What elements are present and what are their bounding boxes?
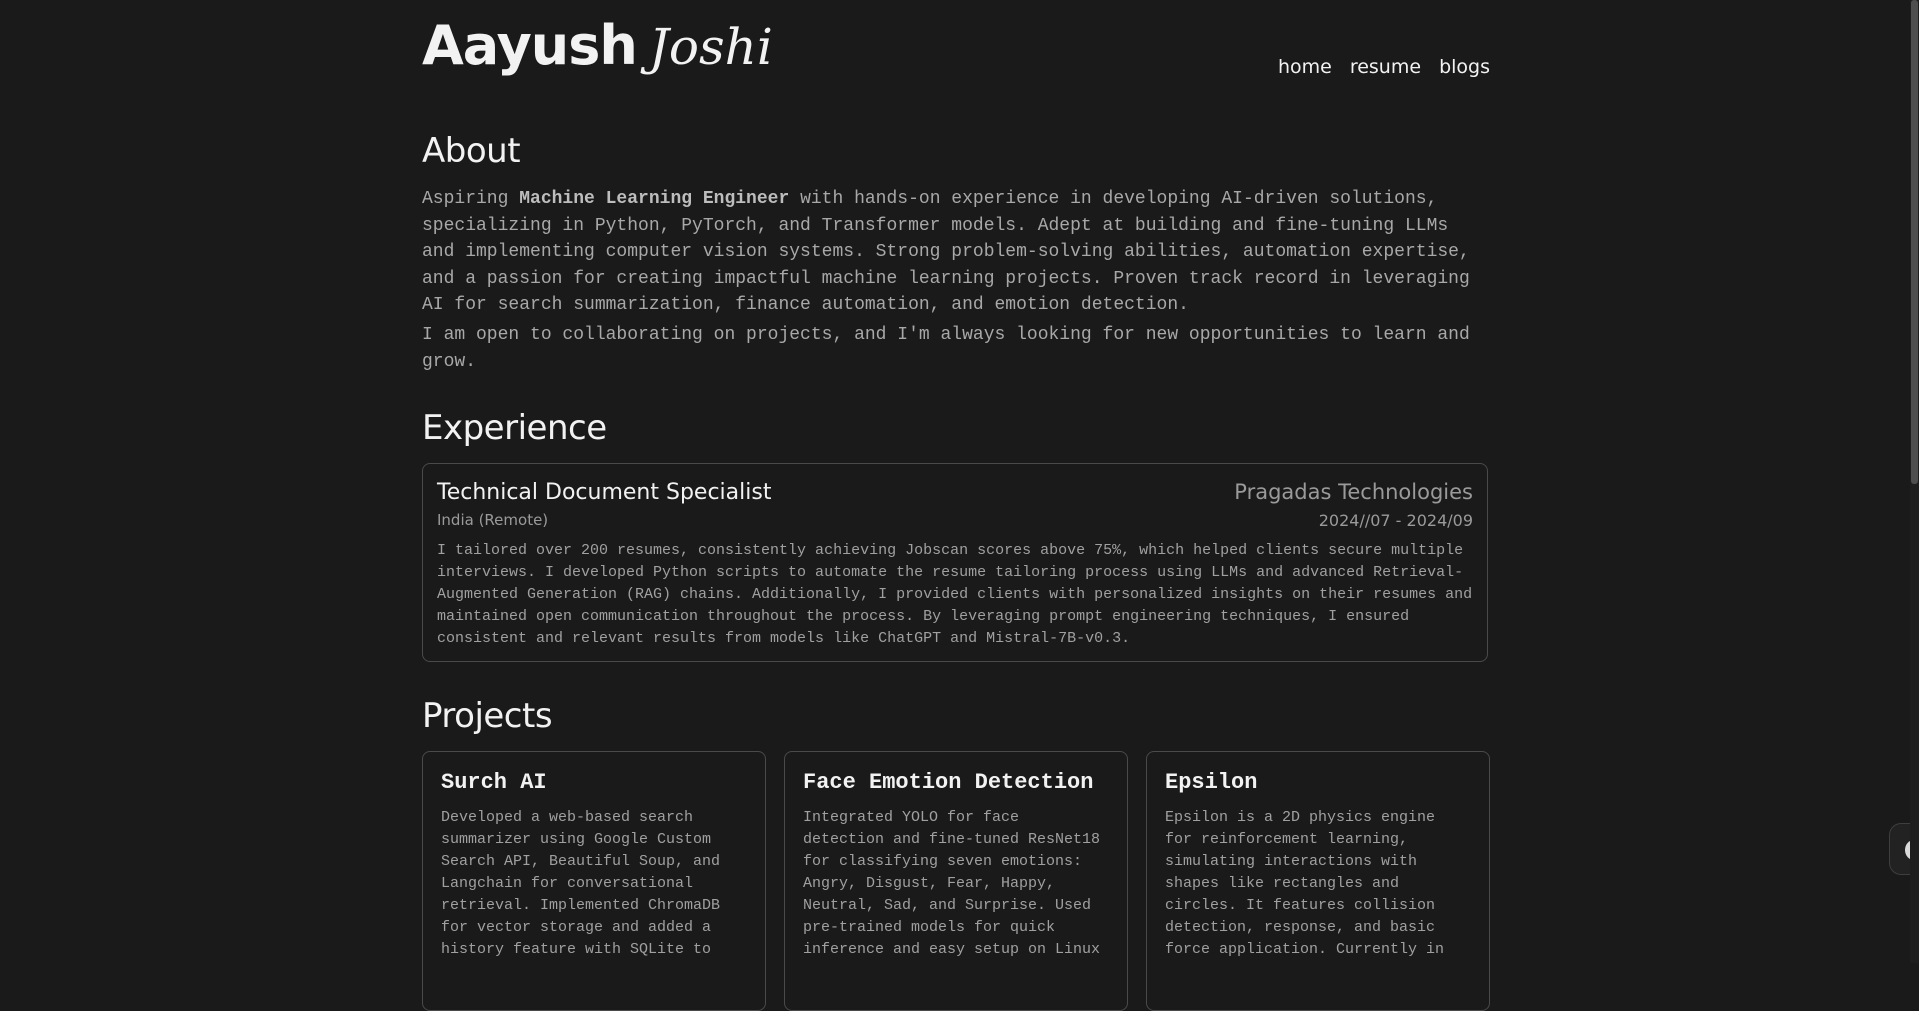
project-card-epsilon[interactable]: Epsilon Epsilon is a 2D physics engine f… bbox=[1146, 751, 1490, 1011]
about-heading: About bbox=[422, 131, 521, 171]
scrollbar-thumb[interactable] bbox=[1911, 0, 1918, 484]
nav-blogs-link[interactable]: blogs bbox=[1439, 56, 1490, 78]
project-card-face-emotion-detection[interactable]: Face Emotion Detection Integrated YOLO f… bbox=[784, 751, 1128, 1011]
experience-card: Technical Document Specialist Pragadas T… bbox=[422, 463, 1488, 662]
projects-grid: Surch AI Developed a web-based search su… bbox=[422, 751, 1490, 1011]
experience-company: Pragadas Technologies bbox=[1234, 480, 1473, 504]
main-nav: home resume blogs bbox=[1278, 56, 1490, 78]
logo-last-name: Joshi bbox=[648, 18, 773, 76]
about-intro-bold: Machine Learning Engineer bbox=[519, 189, 790, 209]
experience-dates: 2024//07 - 2024/09 bbox=[1318, 511, 1473, 530]
about-intro-prefix: Aspiring bbox=[422, 189, 520, 209]
nav-home-link[interactable]: home bbox=[1278, 56, 1332, 78]
experience-role: Technical Document Specialist bbox=[437, 480, 772, 505]
experience-location: India (Remote) bbox=[437, 511, 549, 529]
scrollbar-track[interactable] bbox=[1910, 0, 1919, 963]
project-description: Integrated YOLO for face detection and f… bbox=[803, 809, 1101, 958]
experience-description: I tailored over 200 resumes, consistentl… bbox=[437, 542, 1473, 647]
project-card-surch-ai[interactable]: Surch AI Developed a web-based search su… bbox=[422, 751, 766, 1011]
project-description: Developed a web-based search summarizer … bbox=[441, 809, 721, 958]
site-header: Aayush Joshi home resume blogs bbox=[422, 0, 1490, 100]
about-paragraph-2: I am open to collaborating on projects, … bbox=[422, 325, 1470, 372]
nav-resume-link[interactable]: resume bbox=[1350, 56, 1421, 78]
projects-heading: Projects bbox=[422, 696, 553, 736]
logo-first-name: Aayush bbox=[422, 14, 638, 77]
project-title: Surch AI bbox=[441, 770, 547, 795]
about-paragraph: Aspiring Machine Learning Engineer with … bbox=[422, 186, 1490, 319]
project-description: Epsilon is a 2D physics engine for reinf… bbox=[1165, 809, 1445, 958]
page-container: Aayush Joshi home resume blogs About Aspi… bbox=[422, 0, 1490, 1011]
site-logo[interactable]: Aayush Joshi bbox=[422, 14, 773, 77]
experience-heading: Experience bbox=[422, 408, 607, 448]
project-title: Epsilon bbox=[1165, 770, 1258, 795]
project-title: Face Emotion Detection bbox=[803, 770, 1094, 795]
